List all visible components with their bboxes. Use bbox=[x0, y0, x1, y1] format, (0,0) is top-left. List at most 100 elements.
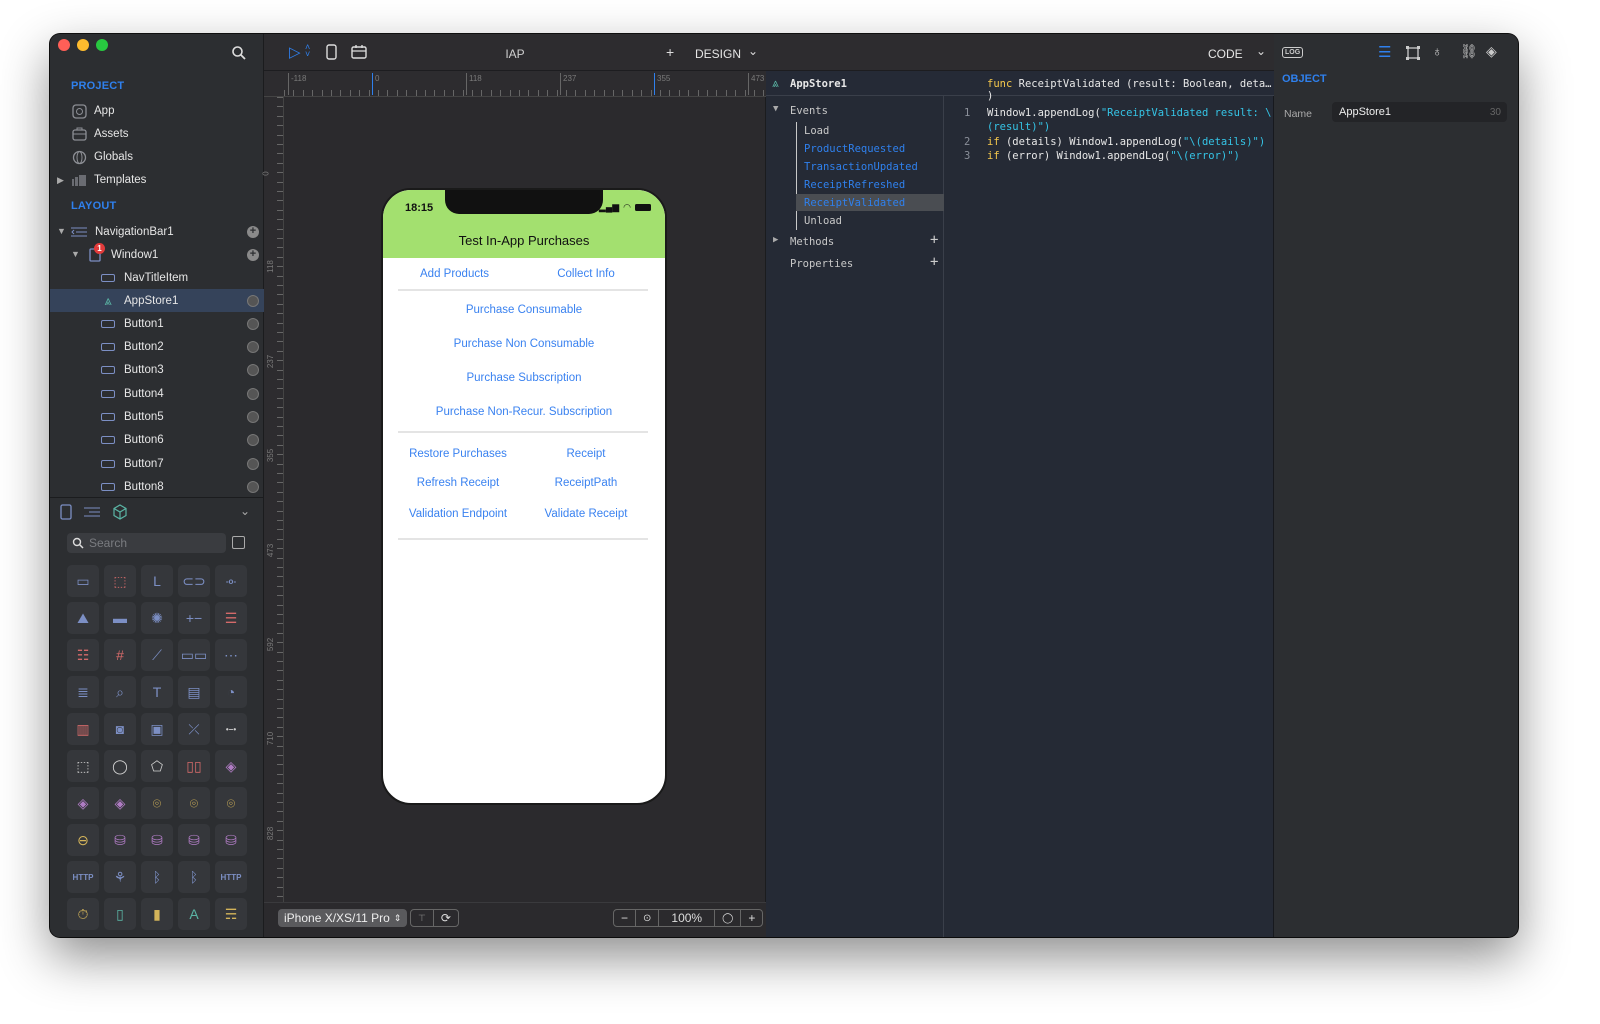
library-object[interactable]: L bbox=[141, 565, 173, 597]
library-object[interactable]: ☴ bbox=[215, 898, 247, 930]
library-object[interactable]: ◈ bbox=[67, 787, 99, 819]
library-object[interactable]: A bbox=[178, 898, 210, 930]
tab-device-icon[interactable] bbox=[60, 504, 72, 520]
library-object[interactable]: ◙ bbox=[104, 713, 136, 745]
tree-item-button8[interactable]: Button8 bbox=[50, 475, 264, 498]
expand-triangle-icon[interactable]: ▶ bbox=[57, 175, 64, 186]
add-child-button[interactable]: + bbox=[247, 248, 259, 261]
tree-item-button1[interactable]: Button1 bbox=[50, 312, 264, 335]
minimize-button[interactable] bbox=[77, 39, 89, 51]
library-object[interactable]: ▤ bbox=[178, 676, 210, 708]
library-object[interactable]: ⊖ bbox=[67, 824, 99, 856]
add-child-button[interactable]: + bbox=[247, 225, 259, 238]
library-object[interactable]: ⊂⊃ bbox=[178, 565, 210, 597]
add-property-button[interactable]: + bbox=[930, 254, 938, 270]
library-object[interactable]: ▭ bbox=[67, 565, 99, 597]
validate-receipt-button[interactable]: Validate Receipt bbox=[526, 508, 646, 520]
library-object[interactable]: ⏱ bbox=[67, 898, 99, 930]
tree-item-appstore1[interactable]: ⩓ AppStore1 bbox=[50, 289, 264, 312]
tab-objects-icon[interactable] bbox=[112, 504, 128, 520]
collapse-triangle-icon[interactable]: ▼ bbox=[773, 104, 778, 114]
library-object[interactable]: T bbox=[141, 676, 173, 708]
tree-item-navigationbar1[interactable]: ▼ NavigationBar1 + bbox=[50, 220, 264, 243]
visibility-toggle[interactable] bbox=[247, 410, 259, 423]
library-object[interactable]: ⛁ bbox=[141, 824, 173, 856]
library-search-input[interactable]: Search bbox=[67, 533, 226, 553]
project-item-globals[interactable]: Globals bbox=[71, 147, 133, 167]
library-object[interactable]: ◯ bbox=[104, 750, 136, 782]
restore-purchases-button[interactable]: Restore Purchases bbox=[398, 448, 518, 460]
library-object[interactable]: •−• bbox=[215, 713, 247, 745]
event-product-requested[interactable]: ProductRequested bbox=[766, 140, 944, 157]
visibility-toggle[interactable] bbox=[247, 480, 259, 493]
library-object[interactable]: ▬ bbox=[104, 602, 136, 634]
project-item-templates[interactable]: Templates bbox=[71, 170, 146, 190]
visibility-toggle[interactable] bbox=[247, 317, 259, 330]
tree-item-button6[interactable]: Button6 bbox=[50, 428, 264, 451]
library-object[interactable]: ⌾ bbox=[215, 787, 247, 819]
library-object[interactable]: ☷ bbox=[67, 639, 99, 671]
tree-item-button7[interactable]: Button7 bbox=[50, 452, 264, 475]
add-method-button[interactable]: + bbox=[930, 232, 938, 248]
properties-list-icon[interactable]: ☰ bbox=[1378, 43, 1391, 61]
tree-item-button3[interactable]: Button3 bbox=[50, 358, 264, 381]
library-object[interactable]: ⛁ bbox=[178, 824, 210, 856]
close-button[interactable] bbox=[58, 39, 70, 51]
device-selector[interactable]: iPhone X/XS/11 Pro ⇕ bbox=[278, 909, 408, 927]
event-receipt-refreshed[interactable]: ReceiptRefreshed bbox=[766, 176, 944, 193]
expand-triangle-icon[interactable]: ▶ bbox=[773, 235, 778, 245]
library-object[interactable]: ⬚ bbox=[104, 565, 136, 597]
library-object[interactable]: ⬚ bbox=[67, 750, 99, 782]
code-mode-label[interactable]: CODE bbox=[1208, 47, 1243, 61]
chevron-down-icon[interactable]: ⌄ bbox=[748, 44, 758, 58]
library-object[interactable]: +− bbox=[178, 602, 210, 634]
library-object[interactable]: HTTP bbox=[67, 861, 99, 893]
receipt-path-button[interactable]: ReceiptPath bbox=[526, 477, 646, 489]
library-object[interactable]: ⬠ bbox=[141, 750, 173, 782]
purchase-subscription-button[interactable]: Purchase Subscription bbox=[383, 372, 665, 384]
library-object[interactable]: ⌕ bbox=[104, 676, 136, 708]
visibility-toggle[interactable] bbox=[247, 387, 259, 400]
library-object[interactable]: ◔ bbox=[215, 676, 247, 708]
name-input[interactable]: AppStore1 30 bbox=[1332, 102, 1507, 122]
library-object[interactable]: ✺ bbox=[141, 602, 173, 634]
log-button[interactable]: LOG bbox=[1282, 47, 1304, 58]
event-receipt-validated[interactable]: ReceiptValidated bbox=[796, 194, 944, 211]
collapse-triangle-icon[interactable]: ▼ bbox=[71, 249, 80, 259]
purchase-non-consumable-button[interactable]: Purchase Non Consumable bbox=[383, 338, 665, 350]
visibility-toggle[interactable] bbox=[247, 340, 259, 353]
library-object[interactable]: ▮ bbox=[141, 898, 173, 930]
tree-item-button5[interactable]: Button5 bbox=[50, 405, 264, 428]
frame-icon[interactable] bbox=[1406, 46, 1420, 60]
event-load[interactable]: Load bbox=[766, 122, 944, 139]
tree-item-button4[interactable]: Button4 bbox=[50, 382, 264, 405]
library-object[interactable]: ⛁ bbox=[104, 824, 136, 856]
library-object[interactable]: ⚘ bbox=[104, 861, 136, 893]
library-object[interactable]: -o- bbox=[215, 565, 247, 597]
search-icon[interactable] bbox=[231, 45, 247, 61]
library-object[interactable]: ᛒ bbox=[141, 861, 173, 893]
library-object[interactable]: HTTP bbox=[215, 861, 247, 893]
library-object[interactable]: ◈ bbox=[104, 787, 136, 819]
link-icon[interactable]: ⛓ bbox=[1460, 43, 1478, 60]
library-object[interactable]: ▭▭ bbox=[178, 639, 210, 671]
zoom-button[interactable] bbox=[96, 39, 108, 51]
add-icon[interactable]: + bbox=[666, 44, 674, 60]
tree-item-window1[interactable]: ▼ 1 Window1 + bbox=[50, 242, 264, 266]
design-mode-label[interactable]: DESIGN bbox=[695, 47, 741, 61]
zoom-in-button[interactable]: + bbox=[741, 910, 762, 926]
chevron-down-icon[interactable]: ⌄ bbox=[240, 504, 250, 518]
library-object[interactable]: ☰ bbox=[215, 602, 247, 634]
library-object[interactable]: ≣ bbox=[67, 676, 99, 708]
visibility-toggle[interactable] bbox=[247, 457, 259, 470]
library-object[interactable]: ⌾ bbox=[141, 787, 173, 819]
visibility-toggle[interactable] bbox=[247, 294, 259, 307]
library-object[interactable]: ᛒ bbox=[178, 861, 210, 893]
chevron-down-icon[interactable]: ⌄ bbox=[1256, 44, 1266, 58]
event-unload[interactable]: Unload bbox=[766, 212, 944, 229]
style-icon[interactable]: ♁ bbox=[1432, 43, 1443, 59]
refresh-receipt-button[interactable]: Refresh Receipt bbox=[398, 477, 518, 489]
code-editor[interactable]: 1 Window1.appendLog("ReceiptValidated re… bbox=[944, 96, 1274, 937]
add-products-button[interactable]: Add Products bbox=[420, 268, 489, 280]
library-object[interactable]: ▯ bbox=[104, 898, 136, 930]
